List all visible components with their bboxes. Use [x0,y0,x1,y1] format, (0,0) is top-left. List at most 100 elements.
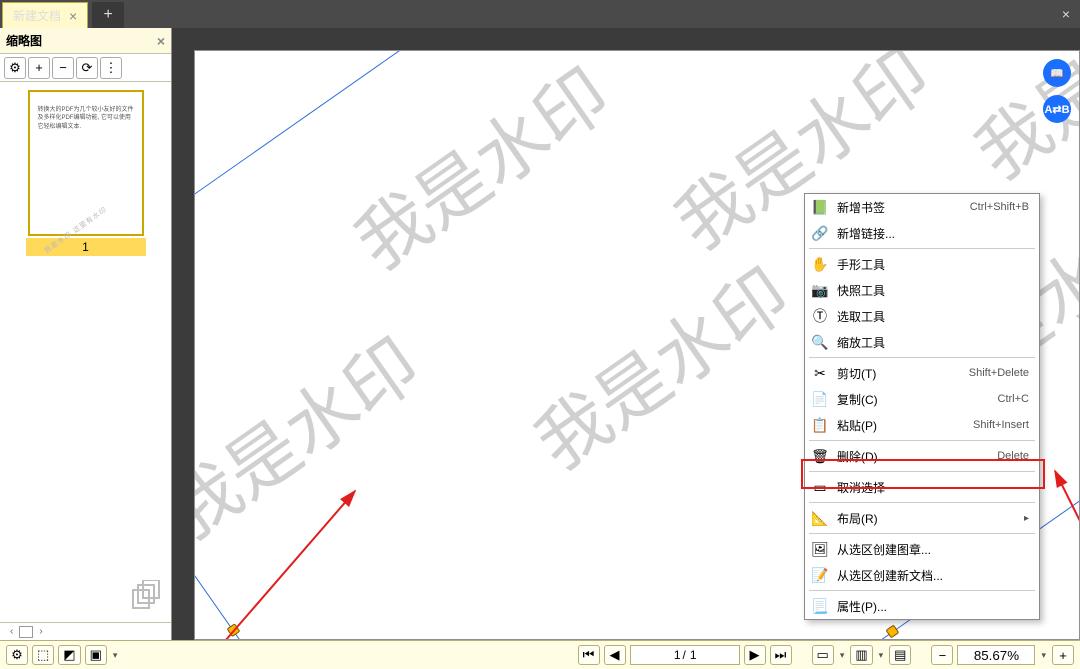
menu-label: 取消选择 [837,479,1021,496]
menu-shortcut: Shift+Insert [973,419,1029,431]
view-facing-button[interactable]: ▤ [889,645,911,665]
page-indicator: / 1 [630,645,740,665]
menu-label: 删除(D) [837,448,989,465]
dropdown-icon[interactable]: ▾ [877,650,886,661]
reading-mode-badge[interactable]: 📖 [1043,59,1071,87]
sidebar-rotate-button[interactable]: ⟳ [76,57,98,79]
ruler-vertical [172,50,194,640]
menu-icon: ▭ [811,479,829,496]
sidebar-scroll-right[interactable]: › [35,626,46,637]
page-total: 1 [686,648,701,662]
status-layout1-button[interactable]: ⬚ [32,645,54,665]
sidebar-options-button[interactable]: ⚙ [4,57,26,79]
sidebar-zoom-out-button[interactable]: − [52,57,74,79]
zoom-out-button[interactable]: − [931,645,953,665]
context-menu-item[interactable]: 📃 属性(P)... [805,593,1039,619]
context-menu-item[interactable]: 📗 新增书签 Ctrl+Shift+B [805,194,1039,220]
dropdown-icon[interactable]: ▾ [838,650,847,661]
document-tab-label: 新建文档 [13,7,61,24]
context-menu-item[interactable]: 📋粘贴(P)Shift+Insert [805,412,1039,438]
resize-handle-s[interactable] [885,624,899,638]
menu-icon: Ⓣ [811,306,829,326]
compare-mode-badge[interactable]: A⇄B [1043,95,1071,123]
status-options-button[interactable]: ⚙ [6,645,28,665]
dropdown-icon[interactable]: ▾ [1039,650,1048,661]
menu-label: 选取工具 [837,308,1021,325]
status-bar: ⚙ ⬚ ◩ ▣ ▾ ⏮ ◀ / 1 ▶ ⏭ ▭ ▾ ▥ ▾ ▤ − ▾ + [0,640,1080,669]
sidebar-zoom-in-button[interactable]: + [28,57,50,79]
sidebar-close-icon[interactable]: × [157,33,165,49]
menu-label: 布局(R) [837,510,1008,527]
menu-icon: 📷 [811,282,829,299]
menu-shortcut: Delete [997,450,1029,462]
menu-label: 快照工具 [837,282,1021,299]
dropdown-icon[interactable]: ▾ [111,650,120,661]
context-menu-item[interactable]: 🗑删除(D)Delete [805,443,1039,469]
nav-next-button[interactable]: ▶ [744,645,766,665]
nav-prev-button[interactable]: ◀ [604,645,626,665]
context-menu-item[interactable]: 🔍 缩放工具 [805,329,1039,355]
menu-label: 缩放工具 [837,334,1021,351]
thumbnail-item[interactable]: 转换大的PDF为几个较小友好的文件 及多样化PDF编辑功能, 它可以使用它轻松编… [26,90,146,256]
zoom-in-button[interactable]: + [1052,645,1074,665]
document-tab[interactable]: 新建文档 × [2,2,88,28]
thumbnails-sidebar: 缩略图 × ⚙ + − ⟳ ⋮ 转换大的PDF为几个较小友好的文件 及多样化PD… [0,28,172,640]
new-tab-button[interactable]: + [92,2,124,28]
ruler-horizontal [172,28,1080,50]
menu-icon: 📃 [811,598,829,615]
sidebar-header: 缩略图 × [0,28,171,54]
context-menu-item[interactable]: 📝从选区创建新文档... [805,562,1039,588]
view-cont-button[interactable]: ▥ [850,645,872,665]
sidebar-scroll-left[interactable]: ‹ [6,626,17,637]
thumb-preview-text: 转换大的PDF为几个较小友好的文件 及多样化PDF编辑功能, 它可以使用它轻松编… [38,106,134,131]
menu-icon: 🔗 [811,225,829,242]
tab-strip: 新建文档 × + × [0,0,1080,28]
menu-label: 手形工具 [837,256,1021,273]
menu-label: 新增链接... [837,225,1021,242]
view-single-button[interactable]: ▭ [812,645,834,665]
menu-icon: ✋ [811,256,829,273]
context-menu-item[interactable]: ▭ 取消选择 [805,474,1039,500]
main-area: 缩略图 × ⚙ + − ⟳ ⋮ 转换大的PDF为几个较小友好的文件 及多样化PD… [0,28,1080,640]
context-menu-item[interactable]: ✋ 手形工具 [805,251,1039,277]
sidebar-scrollbar[interactable] [19,626,33,638]
close-tab-icon[interactable]: × [69,9,77,23]
nav-first-button[interactable]: ⏮ [578,645,600,665]
status-layout2-button[interactable]: ◩ [58,645,80,665]
menu-icon: ✂ [811,365,829,382]
resize-handle-w[interactable] [227,623,241,637]
context-menu-item[interactable]: 🖼 从选区创建图章... [805,536,1039,562]
menu-icon: 🔍 [811,334,829,351]
context-menu-item[interactable]: 📐 布局(R) [805,505,1039,531]
status-layout3-button[interactable]: ▣ [85,645,107,665]
menu-label: 新增书签 [837,199,962,216]
page-canvas[interactable]: 我是水印 我是水印 我是水印 我是水印 我是水印 我是水印 [194,50,1080,640]
menu-icon: 📄 [811,391,829,408]
menu-label: 属性(P)... [837,598,1021,615]
menu-icon: 📐 [811,510,829,527]
context-menu-item[interactable]: 📄复制(C)Ctrl+C [805,386,1039,412]
menu-label: 粘贴(P) [837,417,965,434]
nav-last-button[interactable]: ⏭ [770,645,792,665]
zoom-value-input[interactable] [957,645,1035,665]
context-menu-item[interactable]: ✂ 剪切(T) Shift+Delete [805,360,1039,386]
context-menu-item[interactable]: 🔗 新增链接... [805,220,1039,246]
menu-label: 剪切(T) [837,365,961,382]
sidebar-title: 缩略图 [6,32,42,49]
menu-shortcut: Shift+Delete [969,367,1029,379]
page-current-input[interactable] [631,648,683,662]
menu-shortcut: Ctrl+Shift+B [970,201,1029,213]
menu-icon: 📗 [811,199,829,216]
menu-icon: 🖼 [811,541,829,558]
viewer: 我是水印 我是水印 我是水印 我是水印 我是水印 我是水印 [172,28,1080,640]
close-panel-icon[interactable]: × [1052,0,1080,28]
sidebar-more-button[interactable]: ⋮ [100,57,122,79]
thumbnail-list[interactable]: 转换大的PDF为几个较小友好的文件 及多样化PDF编辑功能, 它可以使用它轻松编… [0,82,171,622]
sidebar-toolbar: ⚙ + − ⟳ ⋮ [0,54,171,82]
context-menu: 📗 新增书签 Ctrl+Shift+B 🔗 新增链接... ✋ 手形工具 📷 快照工具 Ⓣ 选取工具… [804,193,1040,620]
pages-stack-icon [129,580,161,612]
menu-icon: 📝 [811,567,829,584]
context-menu-item[interactable]: 📷 快照工具 [805,277,1039,303]
menu-label: 从选区创建图章... [837,541,1021,558]
context-menu-item[interactable]: Ⓣ 选取工具 [805,303,1039,329]
